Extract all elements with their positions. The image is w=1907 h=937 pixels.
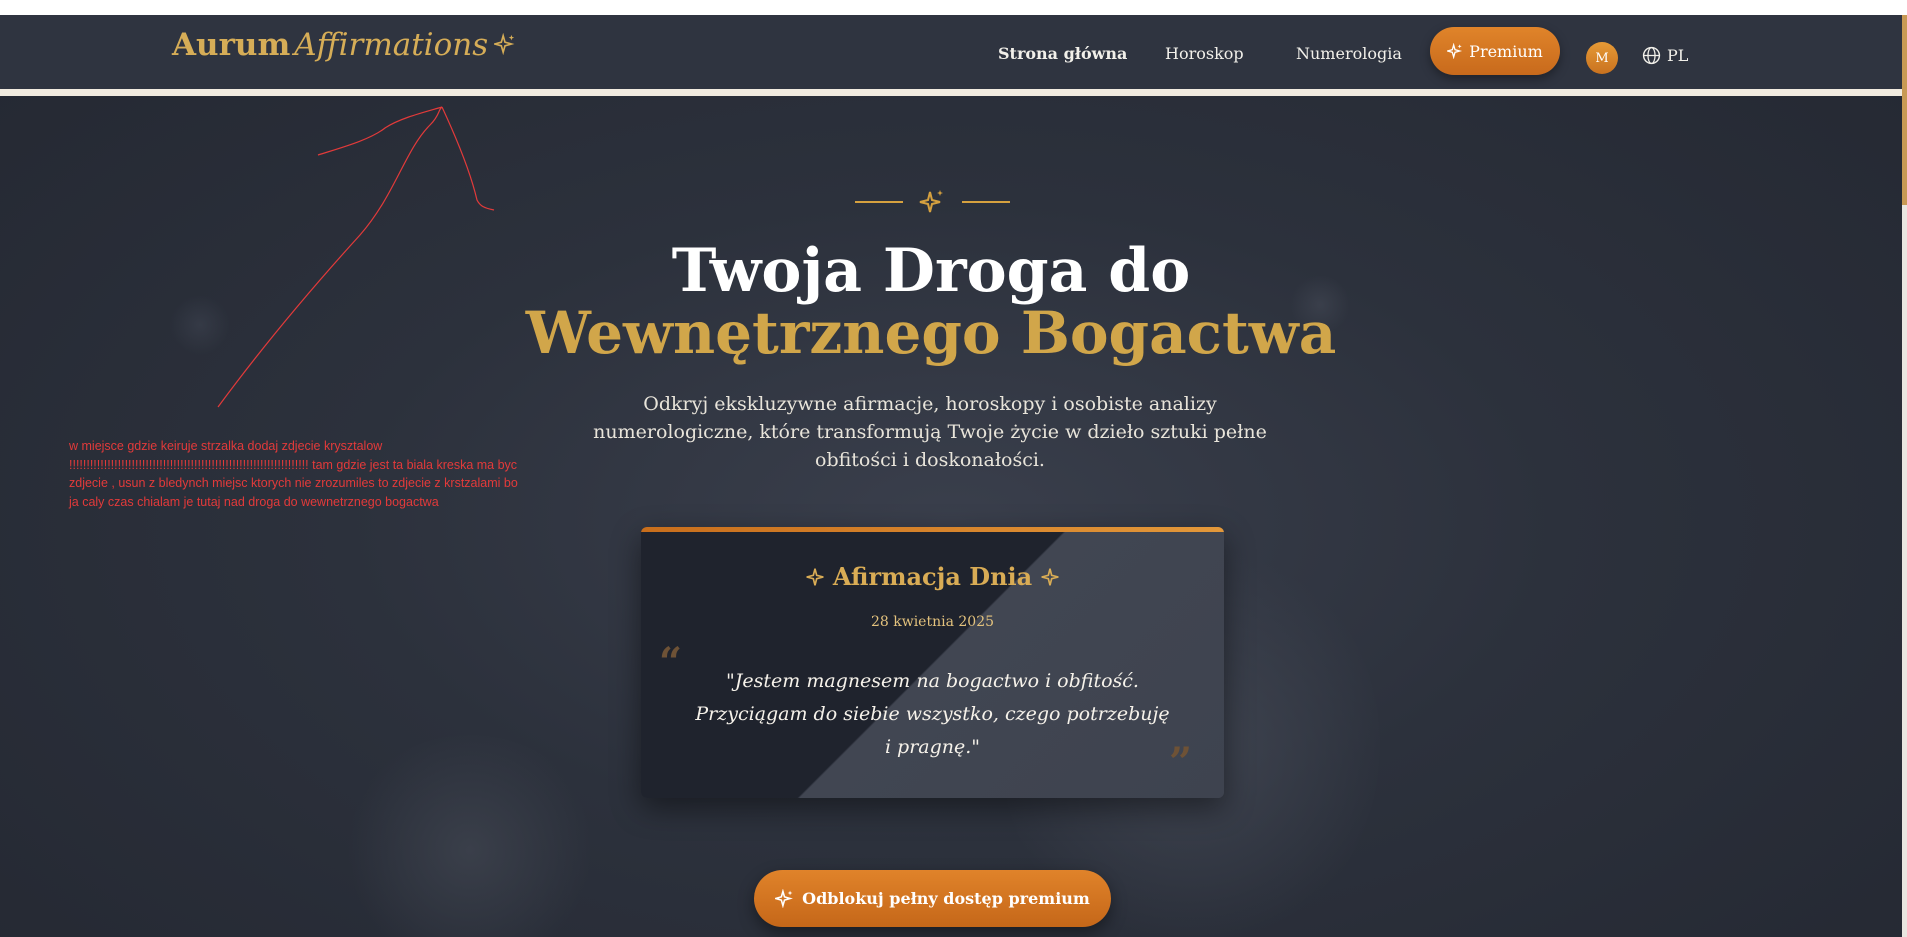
crystal-decoration — [340, 735, 600, 937]
card-title-row: Afirmacja Dnia — [641, 562, 1224, 591]
card-title: Afirmacja Dnia — [832, 562, 1033, 591]
card-date: 28 kwietnia 2025 — [870, 614, 995, 630]
quote-open-icon: “ — [659, 639, 683, 686]
unlock-premium-button[interactable]: Odblokuj pełny dostęp premium — [754, 870, 1111, 927]
hero-title-line1: Twoja Droga do — [671, 236, 1191, 306]
nav-link-horoscope[interactable]: Horoskop — [1165, 44, 1244, 63]
premium-button-label: Premium — [1469, 41, 1543, 61]
hero-title-line2: Wewnętrznego Bogactwa — [525, 299, 1337, 367]
unlock-premium-label: Odblokuj pełny dostęp premium — [802, 889, 1090, 908]
globe-icon — [1642, 46, 1661, 64]
top-white-strip — [0, 0, 1907, 15]
sparkle-icon — [1041, 567, 1059, 586]
quote-close-icon: ” — [1169, 739, 1193, 786]
logo[interactable]: Aurum Affirmations — [172, 27, 516, 67]
annotation-note: w miejsce gdzie keiruje strzalka dodaj z… — [69, 439, 518, 509]
sparkle-icon — [1447, 43, 1463, 59]
sparkle-icon — [919, 190, 943, 213]
premium-button[interactable]: Premium — [1430, 27, 1560, 75]
language-switcher[interactable]: PL — [1642, 42, 1688, 68]
sparkle-icon — [806, 567, 824, 586]
affirmation-quote: "Jestem magnesem na bogactwo i obfitość.… — [695, 670, 1170, 758]
top-navbar: Aurum Affirmations Strona główna Horosko… — [0, 15, 1902, 90]
scrollbar-thumb[interactable] — [1902, 15, 1907, 205]
nav-separator-line — [0, 89, 1902, 96]
hero-subtitle: Odkryj ekskluzywne afirmacje, horoskopy … — [593, 393, 1267, 471]
logo-text-main: Aurum — [172, 27, 291, 63]
affirmation-card: Afirmacja Dnia 28 kwietnia 2025 “ "Jeste… — [641, 527, 1224, 798]
sparkle-icon — [775, 889, 794, 908]
hero-ornament — [855, 190, 1010, 213]
card-accent-bar — [641, 527, 1224, 532]
nav-link-home[interactable]: Strona główna — [998, 44, 1127, 63]
user-avatar[interactable]: M — [1586, 42, 1618, 74]
language-label: PL — [1667, 45, 1689, 65]
logo-text-accent: Affirmations — [294, 27, 489, 63]
nav-link-numerology[interactable]: Numerologia — [1296, 44, 1402, 63]
sparkle-icon — [494, 33, 515, 55]
